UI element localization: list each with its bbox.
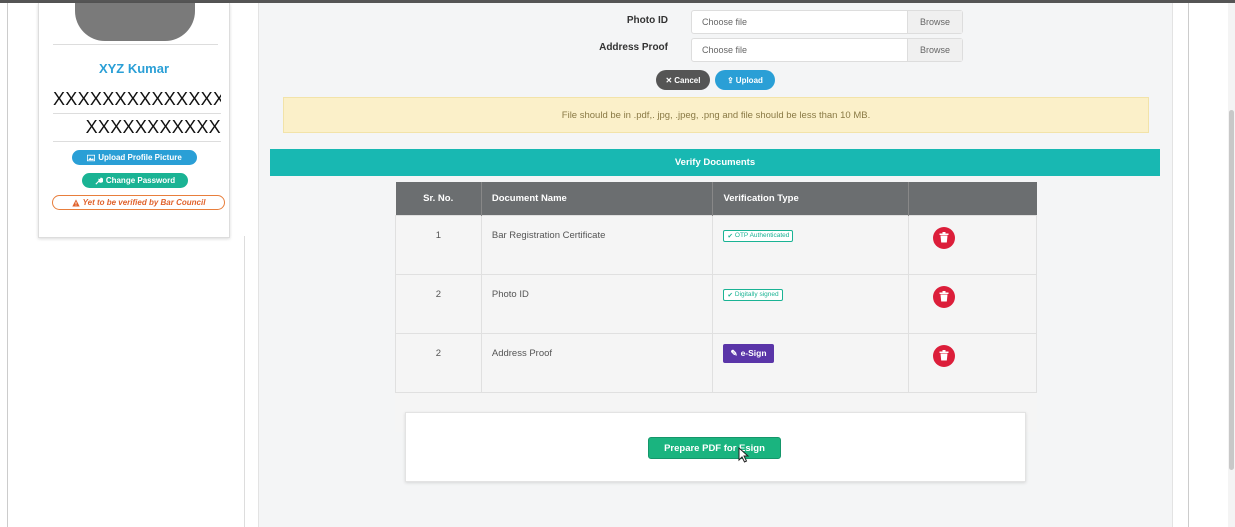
profile-name: XYZ Kumar [98, 61, 170, 76]
edit-icon: ✎ [730, 347, 738, 358]
upload-label: Upload [735, 75, 763, 85]
cell-actions [908, 214, 1037, 275]
change-password-label: Change Password [105, 176, 176, 185]
digitally-signed-label: Digitally signed [734, 291, 779, 298]
esign-label: e-Sign [740, 348, 767, 358]
photo-id-label: Photo ID [626, 15, 668, 26]
close-icon: ✕ [665, 75, 673, 85]
sidebar-column-edge [244, 236, 245, 527]
esign-button[interactable]: ✎ e-Sign [723, 343, 774, 363]
frame-edge-right [1188, 3, 1189, 527]
prepare-pdf-for-esign-button[interactable]: Prepare PDF for Esign [648, 437, 781, 459]
wrench-icon [95, 177, 103, 185]
cell-verification-type: ✔ Digitally signed [712, 273, 910, 334]
column-header-sr-no: Sr. No. [395, 182, 482, 215]
cell-sr-no: 2 [395, 332, 482, 393]
check-icon: ✔ [727, 232, 733, 240]
address-proof-filename: Choose file [702, 45, 748, 55]
column-header-verification-type: Verification Type [712, 182, 910, 215]
cancel-label: Cancel [674, 75, 701, 85]
column-header-actions [908, 182, 1037, 215]
photo-id-filename: Choose file [702, 17, 748, 27]
delete-button[interactable] [933, 226, 956, 249]
image-icon [87, 154, 96, 161]
masked-detail-1: XXXXXXXXXXXXXX [53, 89, 221, 114]
documents-table: Sr. No. Document Name Verification Type … [395, 182, 1037, 432]
upload-profile-picture-button[interactable]: Upload Profile Picture [72, 150, 197, 165]
table-header-row: Sr. No. Document Name Verification Type [395, 182, 1037, 215]
address-proof-label: Address Proof [599, 42, 668, 53]
frame-edge-left [7, 3, 8, 527]
digitally-signed-badge: ✔ Digitally signed [723, 288, 783, 301]
cell-sr-no: 1 [395, 214, 482, 275]
scrollbar-thumb[interactable] [1229, 110, 1234, 470]
cell-actions [908, 273, 1037, 334]
table-row: 2 Address Proof ✎ e-Sign [395, 332, 1037, 393]
delete-button[interactable] [933, 344, 956, 367]
cell-verification-type: ✎ e-Sign [712, 332, 910, 393]
table-row: 1 Bar Registration Certificate ✔ OTP Aut… [395, 214, 1037, 275]
verification-status-label: Yet to be verified by Bar Council [82, 198, 206, 207]
cancel-button[interactable]: ✕ Cancel [656, 70, 710, 90]
otp-authenticated-label: OTP Authenticated [734, 232, 790, 239]
cell-document-name: Photo ID [480, 273, 714, 334]
upload-button[interactable]: ⇪ Upload [715, 70, 775, 90]
upload-profile-picture-label: Upload Profile Picture [98, 153, 182, 162]
masked-detail-2: XXXXXXXXXXX [53, 117, 221, 142]
trash-icon [939, 350, 949, 361]
delete-button[interactable] [933, 285, 956, 308]
cell-document-name: Bar Registration Certificate [480, 214, 714, 275]
photo-id-browse-button[interactable]: Browse [907, 11, 962, 33]
address-proof-file-input[interactable]: Choose file Browse [691, 38, 963, 62]
file-format-notice: File should be in .pdf,. jpg, .jpeg, .pn… [283, 97, 1149, 133]
photo-id-file-input[interactable]: Choose file Browse [691, 10, 963, 34]
divider [53, 44, 218, 45]
avatar [75, 3, 195, 41]
upload-icon: ⇪ [727, 75, 734, 85]
verify-documents-header: Verify Documents [270, 149, 1160, 176]
verification-status-badge: Yet to be verified by Bar Council [52, 195, 225, 210]
cell-sr-no: 2 [395, 273, 482, 334]
check-icon: ✔ [727, 291, 733, 299]
column-header-document-name: Document Name [481, 182, 714, 215]
mouse-cursor-icon [738, 447, 750, 463]
change-password-button[interactable]: Change Password [82, 173, 188, 188]
warning-icon [71, 198, 80, 206]
trash-icon [939, 291, 949, 302]
address-proof-browse-button[interactable]: Browse [907, 39, 962, 61]
cell-verification-type: ✔ OTP Authenticated [712, 214, 910, 275]
table-row: 2 Photo ID ✔ Digitally signed [395, 273, 1037, 334]
cell-actions [908, 332, 1037, 393]
profile-card: XYZ Kumar XXXXXXXXXXXXXX XXXXXXXXXXX Upl… [38, 3, 230, 238]
trash-icon [939, 232, 949, 243]
otp-authenticated-badge: ✔ OTP Authenticated [723, 229, 794, 242]
cell-document-name: Address Proof [480, 332, 714, 393]
